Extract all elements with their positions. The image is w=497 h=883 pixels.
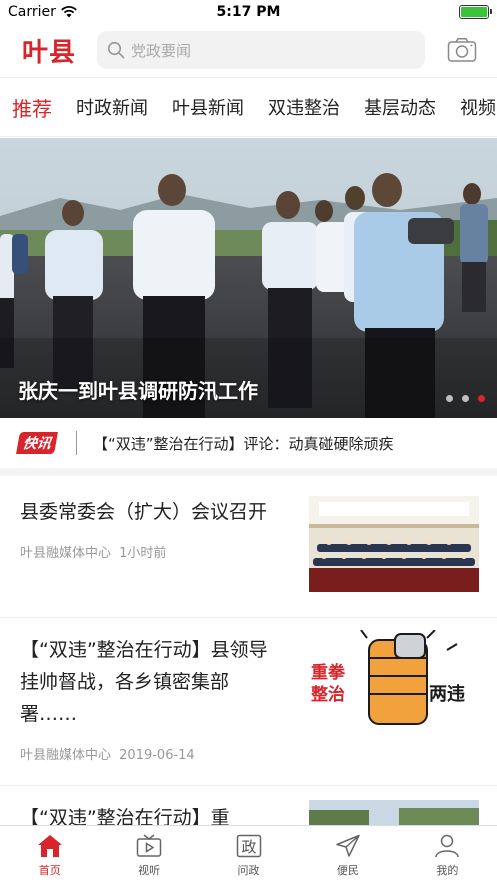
search-icon: [107, 41, 125, 59]
app-logo[interactable]: 叶县: [22, 32, 97, 69]
news-time: 2019-06-14: [119, 748, 195, 763]
tabbar-label: 问政: [237, 864, 260, 877]
tab-shuangwei[interactable]: 双违整治: [256, 94, 352, 120]
tabbar-video[interactable]: 视听: [99, 826, 198, 883]
thumb-text: 重拳: [311, 662, 346, 683]
carousel-dot-active[interactable]: [478, 395, 485, 402]
tabbar-home[interactable]: 首页: [0, 826, 99, 883]
news-thumbnail[interactable]: [309, 800, 479, 826]
battery-icon: [459, 5, 492, 19]
status-bar: Carrier 5:17 PM: [0, 0, 497, 24]
thumb-text: 两违: [429, 683, 465, 705]
zheng-icon: 政: [236, 834, 261, 858]
camera-icon[interactable]: [447, 37, 477, 63]
flash-headline[interactable]: 【“双违”整治在行动】评论：动真碰硬除顽疾: [93, 433, 497, 454]
news-time: 1小时前: [119, 546, 167, 561]
news-item[interactable]: 【“双违”整治在行动】重: [0, 786, 497, 826]
news-flash[interactable]: 快讯 【“双违”整治在行动】评论：动真碰硬除顽疾: [0, 418, 497, 476]
tabbar-profile[interactable]: 我的: [398, 826, 497, 883]
news-source: 叶县融媒体中心: [20, 546, 112, 561]
news-title[interactable]: 【“双违”整治在行动】重: [20, 802, 285, 825]
news-thumbnail[interactable]: 重拳 整治 两违: [307, 630, 479, 730]
clock: 5:17 PM: [216, 4, 281, 20]
tabbar-label: 便民: [336, 864, 359, 877]
tabbar-bianmin[interactable]: 便民: [298, 826, 397, 883]
thumb-text: 整治: [311, 684, 345, 705]
tab-recommend[interactable]: 推荐: [0, 93, 64, 122]
bottom-tab-bar: 首页 视听 政 问政 便民 我的: [0, 825, 497, 883]
carousel-dots: [446, 395, 485, 402]
news-item[interactable]: 【“双违”整治在行动】县领导挂帅督战，各乡镇密集部署…… 叶县融媒体中心 201…: [0, 618, 497, 786]
banner-carousel[interactable]: 张庆一到叶县调研防汛工作: [0, 138, 497, 418]
user-icon: [435, 834, 460, 858]
tab-video[interactable]: 视频: [448, 94, 497, 120]
search-placeholder: 党政要闻: [131, 41, 192, 60]
category-tabs: 推荐 时政新闻 叶县新闻 双违整治 基层动态 视频: [0, 77, 497, 137]
news-title[interactable]: 县委常委会（扩大）会议召开: [20, 496, 285, 528]
tabbar-label: 视听: [138, 864, 161, 877]
tab-grassroots[interactable]: 基层动态: [352, 94, 448, 120]
flash-badge: 快讯: [16, 432, 58, 454]
news-title[interactable]: 【“双违”整治在行动】县领导挂帅督战，各乡镇密集部署……: [20, 634, 285, 730]
carousel-dot[interactable]: [462, 395, 469, 402]
zheng-glyph: 政: [241, 838, 256, 856]
banner-caption[interactable]: 张庆一到叶县调研防汛工作: [18, 375, 258, 404]
search-input[interactable]: 党政要闻: [97, 31, 425, 69]
home-icon: [37, 835, 62, 857]
tab-politics[interactable]: 时政新闻: [64, 94, 160, 120]
carousel-dot[interactable]: [446, 395, 453, 402]
news-meta: 叶县融媒体中心 2019-06-14: [20, 744, 477, 763]
tv-icon: [136, 834, 162, 857]
tab-yexian-news[interactable]: 叶县新闻: [160, 94, 256, 120]
news-source: 叶县融媒体中心: [20, 748, 112, 763]
divider: [76, 431, 77, 455]
tabbar-label: 首页: [38, 864, 61, 877]
tabbar-wenzheng[interactable]: 政 问政: [199, 826, 298, 883]
tabbar-label: 我的: [436, 864, 459, 877]
app-header: 叶县 党政要闻: [0, 24, 497, 76]
send-icon: [336, 834, 360, 857]
news-item[interactable]: 县委常委会（扩大）会议召开 叶县融媒体中心 1小时前: [0, 478, 497, 618]
news-thumbnail[interactable]: [309, 496, 479, 592]
